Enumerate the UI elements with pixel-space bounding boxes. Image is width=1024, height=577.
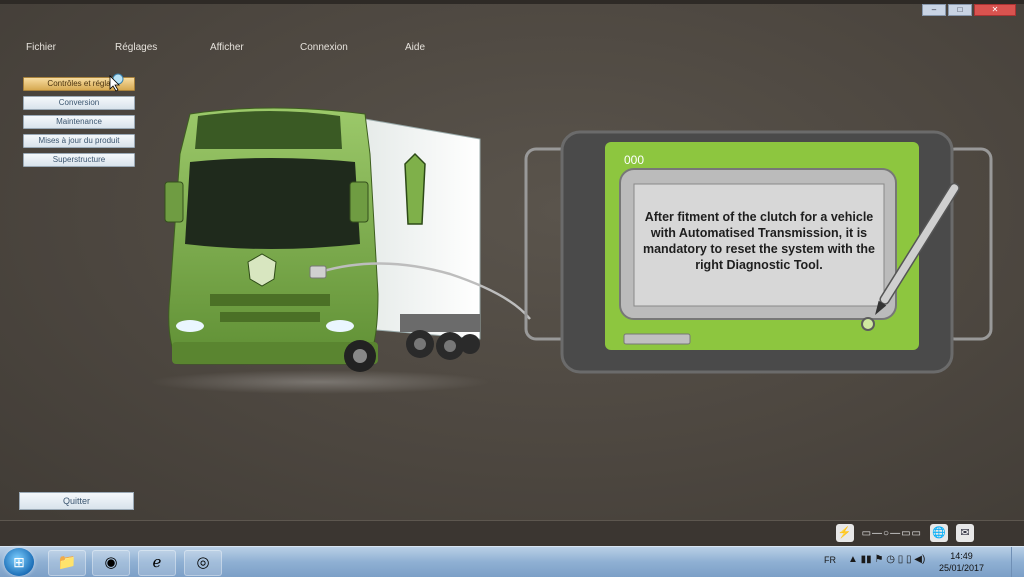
close-button[interactable]: ✕ bbox=[974, 4, 1016, 16]
maximize-button[interactable]: □ bbox=[948, 4, 972, 16]
trailer bbox=[364, 118, 481, 360]
mail-icon[interactable]: ✉ bbox=[956, 524, 974, 542]
menu-reglages[interactable]: Réglages bbox=[115, 42, 157, 53]
menu-afficher[interactable]: Afficher bbox=[210, 42, 244, 53]
window-controls: – □ ✕ bbox=[922, 4, 1016, 16]
truck-cab bbox=[164, 107, 379, 372]
windows-taskbar: ⊞ 📁 ◉ ℯ ◎ FR ▲ ▮▮ ⚑ ◷ ▯ ▯ ◀) 14:49 25/01… bbox=[0, 546, 1024, 577]
language-indicator[interactable]: FR bbox=[824, 555, 836, 565]
ie-icon[interactable]: ℯ bbox=[138, 550, 176, 576]
sidebar-item-mises-a-jour[interactable]: Mises à jour du produit bbox=[23, 134, 135, 148]
application-window: – □ ✕ Fichier Réglages Afficher Connexio… bbox=[0, 0, 1024, 520]
quit-button[interactable]: Quitter bbox=[19, 492, 134, 510]
sidebar-item-maintenance[interactable]: Maintenance bbox=[23, 115, 135, 129]
device-screen-message: After fitment of the clutch for a vehicl… bbox=[642, 210, 875, 272]
start-button[interactable]: ⊞ bbox=[4, 548, 34, 576]
trailer-shield-logo bbox=[404, 152, 426, 225]
tray-icons: ▲ ▮▮ ⚑ ◷ ▯ ▯ ◀) bbox=[848, 554, 926, 565]
minimize-button[interactable]: – bbox=[922, 4, 946, 16]
mouse-cursor-icon bbox=[109, 73, 124, 92]
explorer-icon[interactable]: 📁 bbox=[48, 550, 86, 576]
device-indicator-text: 000 bbox=[624, 153, 644, 167]
status-bar: ⚡ ▭—○—▭▭ 🌐 ✉ bbox=[0, 520, 1024, 547]
menu-aide[interactable]: Aide bbox=[405, 42, 425, 53]
usb-icon: ⚡ bbox=[835, 524, 854, 542]
clock[interactable]: 14:49 25/01/2017 bbox=[939, 550, 984, 574]
network-globe-icon[interactable]: 🌐 bbox=[930, 524, 948, 542]
show-desktop-button[interactable] bbox=[1011, 547, 1024, 577]
sidebar-item-conversion[interactable]: Conversion bbox=[23, 96, 135, 110]
firefox-icon[interactable]: ◉ bbox=[92, 550, 130, 576]
connection-status-icon: ▭—○—▭▭ bbox=[861, 527, 922, 539]
chrome-icon[interactable]: ◎ bbox=[184, 550, 222, 576]
clock-date: 25/01/2017 bbox=[938, 563, 984, 573]
menu-connexion[interactable]: Connexion bbox=[300, 42, 348, 53]
sidebar-item-superstructure[interactable]: Superstructure bbox=[23, 153, 135, 167]
cable-connector bbox=[309, 265, 327, 279]
menu-fichier[interactable]: Fichier bbox=[26, 42, 56, 53]
menu-bar: Fichier Réglages Afficher Connexion Aide bbox=[0, 42, 600, 58]
clock-time: 14:49 bbox=[950, 551, 973, 561]
